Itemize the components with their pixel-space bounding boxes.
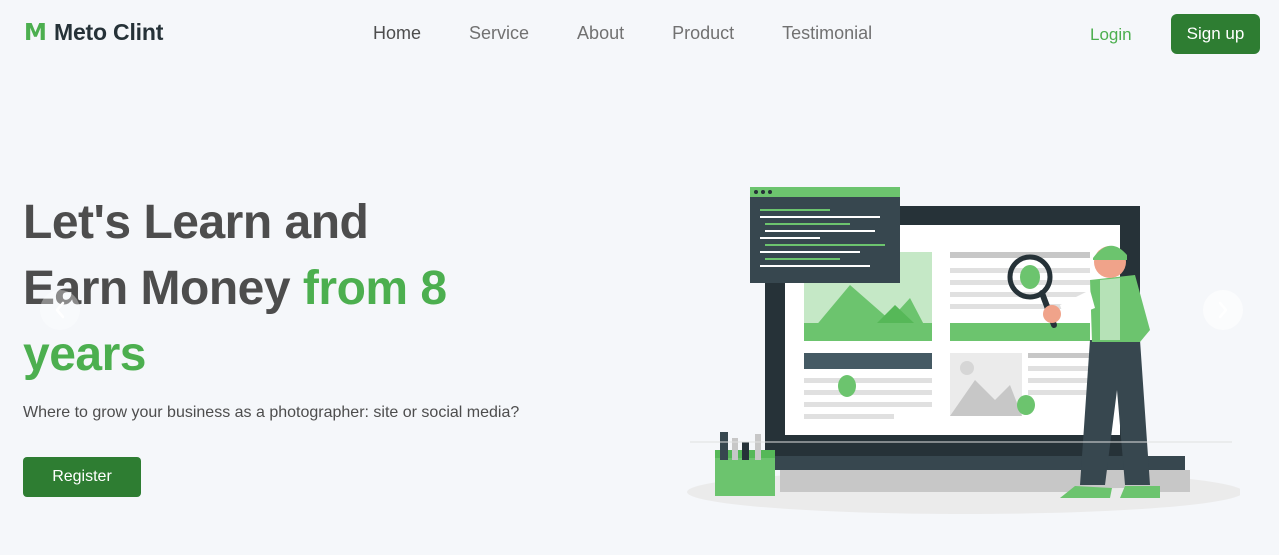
- hero-title-accent-years: years: [23, 328, 146, 381]
- debugging-illustration: [687, 187, 1240, 514]
- logo-mark-icon: M: [24, 19, 47, 46]
- login-link[interactable]: Login: [1090, 25, 1132, 45]
- nav-item-about[interactable]: About: [577, 23, 624, 44]
- signup-button[interactable]: Sign up: [1171, 14, 1260, 54]
- nav-item-home[interactable]: Home: [373, 23, 421, 44]
- header: M Meto Clint Home Service About Product …: [0, 0, 1279, 68]
- chevron-left-icon: [55, 301, 65, 319]
- hero-title-accent: from 8: [302, 262, 447, 315]
- main-nav: Home Service About Product Testimonial: [373, 23, 920, 44]
- logo[interactable]: M Meto Clint: [24, 19, 163, 46]
- nav-item-product[interactable]: Product: [672, 23, 734, 44]
- landing-page: M Meto Clint Home Service About Product …: [0, 0, 1279, 555]
- nav-item-service[interactable]: Service: [469, 23, 529, 44]
- hero-title-line1: Let's Learn and: [23, 196, 369, 249]
- hero-subtitle: Where to grow your business as a photogr…: [23, 404, 520, 421]
- register-button[interactable]: Register: [23, 457, 141, 497]
- hero-title: Let's Learn and Earn Money from 8 years: [23, 190, 583, 388]
- nav-item-testimonial[interactable]: Testimonial: [782, 23, 872, 44]
- carousel-prev-button[interactable]: [40, 290, 80, 330]
- brand-name: Meto Clint: [54, 19, 164, 45]
